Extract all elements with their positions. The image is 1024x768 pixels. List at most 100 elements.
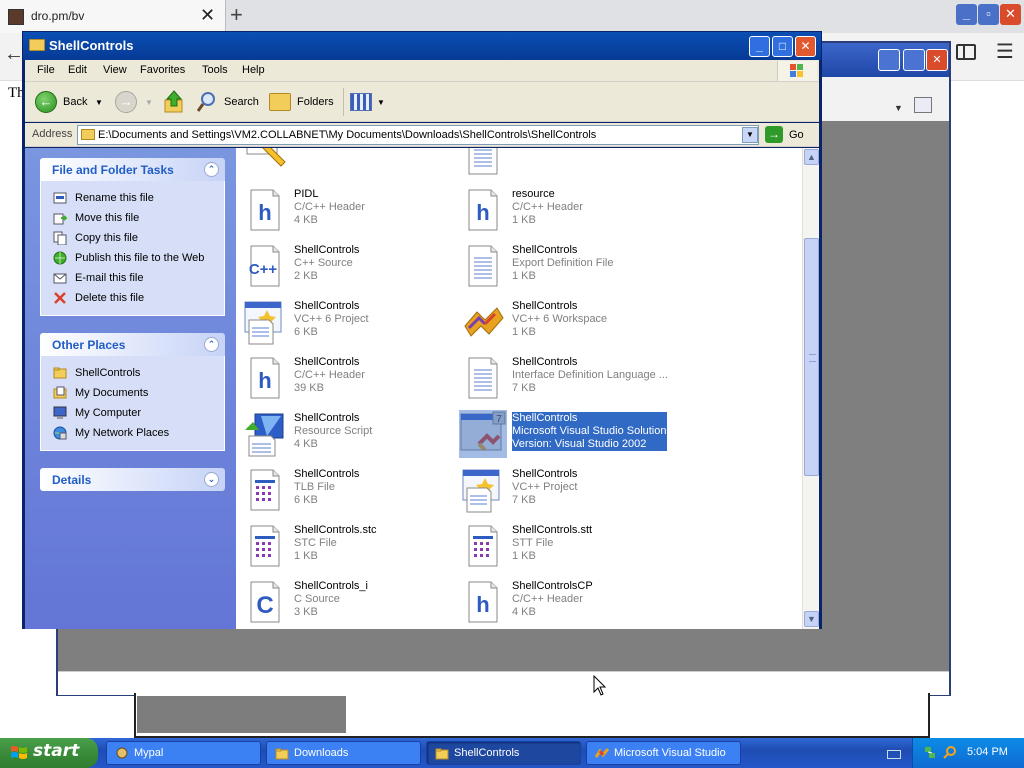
file-item[interactable]: ShellControls.stt STT File 1 KB	[459, 522, 677, 578]
taskbar-button[interactable]: ShellControls	[426, 741, 581, 765]
file-item-text: ShellControls Microsoft Visual Studio Sol…	[512, 412, 667, 451]
tab-close-icon[interactable]: ✕	[200, 6, 215, 24]
file-item[interactable]: h ShellControlsCP C/C++ Header 4 KB	[459, 578, 677, 629]
task-link[interactable]: Publish this file to the Web	[53, 249, 224, 269]
vs-maximize-button[interactable]	[903, 49, 925, 71]
file-type: TLB File	[294, 481, 335, 493]
panel-header[interactable]: File and Folder Tasks ⌃	[40, 158, 225, 181]
views-icon[interactable]	[350, 93, 372, 111]
task-link[interactable]: Rename this file	[53, 189, 224, 209]
browser-tab-title: dro.pm/bv	[31, 9, 85, 23]
file-size: 1 KB	[512, 270, 536, 282]
menu-edit[interactable]: Edit	[68, 64, 87, 76]
keyboard-icon[interactable]	[887, 750, 901, 759]
chevron-down-icon[interactable]: ▼	[894, 103, 903, 113]
file-item[interactable]: C ShellControls_i C Source 3 KB	[241, 578, 459, 629]
scroll-down-button[interactable]: ▼	[804, 611, 819, 627]
go-button[interactable]: Go	[789, 129, 804, 141]
vs-close-button[interactable]: ✕	[926, 49, 948, 71]
task-link[interactable]: Delete this file	[53, 289, 224, 309]
file-item[interactable]: C++ ShellControls C++ Source 2 KB	[241, 242, 459, 298]
chevron-down-icon[interactable]: ▼	[95, 98, 103, 107]
expand-chevron-icon[interactable]: ⌄	[204, 472, 219, 487]
tlb-file-icon	[241, 466, 289, 514]
file-item[interactable]: ShellControls Resource Script 4 KB	[241, 410, 459, 466]
vs-statusbar	[58, 671, 949, 695]
file-item[interactable]: h PIDL C/C++ Header 4 KB	[241, 186, 459, 242]
file-size: 1 KB	[512, 550, 536, 562]
search-button[interactable]: Search	[224, 96, 259, 108]
browser-tab[interactable]: dro.pm/bv ✕	[0, 0, 226, 33]
task-link[interactable]: My Computer	[53, 404, 224, 424]
explorer-titlebar[interactable]: ShellControls _ □ ✕	[23, 32, 821, 60]
browser-maximize-button[interactable]: ▫	[978, 4, 999, 25]
taskbar-button[interactable]: Mypal	[106, 741, 261, 765]
collapse-chevron-icon[interactable]: ⌃	[204, 162, 219, 177]
file-item[interactable]: 7 ShellControls Microsoft Visual Studio So…	[459, 410, 677, 466]
file-item[interactable]: ShellControls TLB File 6 KB	[241, 466, 459, 522]
file-item[interactable]: ShellControls VC++ 6 Project 6 KB	[241, 298, 459, 354]
file-size: 1 KB	[294, 550, 318, 562]
file-item[interactable]: h resource C/C++ Header 1 KB	[459, 186, 677, 242]
chevron-down-icon[interactable]: ▼	[145, 98, 153, 107]
task-link-label: ShellControls	[75, 367, 141, 379]
task-link[interactable]: Copy this file	[53, 229, 224, 249]
file-item[interactable]: ShellControls.stc STC File 1 KB	[241, 522, 459, 578]
taskbar-button[interactable]: Downloads	[266, 741, 421, 765]
menu-favorites[interactable]: Favorites	[140, 64, 185, 76]
file-type: VC++ 6 Workspace	[512, 313, 608, 325]
vs-minimize-button[interactable]	[878, 49, 900, 71]
task-link[interactable]: E-mail this file	[53, 269, 224, 289]
file-item[interactable]: 6 KB	[459, 148, 677, 186]
back-button[interactable]: Back	[63, 96, 87, 108]
menu-file[interactable]: File	[37, 64, 55, 76]
file-item[interactable]: ShellControls Export Definition File 1 KB	[459, 242, 677, 298]
menu-tools[interactable]: Tools	[202, 64, 228, 76]
chevron-down-icon[interactable]: ▼	[377, 98, 385, 107]
chevron-down-icon[interactable]: ▼	[742, 127, 758, 143]
task-link[interactable]: ShellControls	[53, 364, 224, 384]
taskbar-button[interactable]: Microsoft Visual Studio	[586, 741, 741, 765]
minimize-button[interactable]: _	[749, 36, 770, 57]
panel-header[interactable]: Other Places ⌃	[40, 333, 225, 356]
folders-button[interactable]: Folders	[297, 96, 334, 108]
browser-close-button[interactable]: ✕	[1000, 4, 1021, 25]
go-arrow-icon[interactable]: →	[765, 126, 783, 143]
panel-header[interactable]: Details ⌄	[40, 468, 225, 491]
task-link[interactable]: My Documents	[53, 384, 224, 404]
search-icon[interactable]	[943, 745, 957, 759]
scroll-thumb[interactable]	[804, 238, 819, 476]
new-tab-button[interactable]: +	[230, 3, 243, 27]
back-arrow-icon[interactable]: ←	[35, 91, 57, 113]
file-size: 1 KB	[512, 326, 536, 338]
toolbar-tool-icon[interactable]	[914, 97, 932, 113]
network-icon[interactable]	[924, 746, 936, 760]
maximize-button[interactable]: □	[772, 36, 793, 57]
file-list[interactable]: Icon6 KBhPIDLC/C++ Header4 KBhresourceC/…	[236, 148, 802, 629]
address-input[interactable]: E:\Documents and Settings\VM2.COLLABNET\…	[77, 125, 759, 145]
menu-help[interactable]: Help	[242, 64, 265, 76]
menu-view[interactable]: View	[103, 64, 127, 76]
folders-icon[interactable]	[269, 93, 291, 111]
file-item[interactable]: ShellControls Interface Definition Langua…	[459, 354, 677, 410]
up-folder-icon[interactable]	[164, 90, 184, 114]
file-item[interactable]: ShellControls VC++ 6 Workspace 1 KB	[459, 298, 677, 354]
collapse-chevron-icon[interactable]: ⌃	[204, 337, 219, 352]
file-item[interactable]: h ShellControls C/C++ Header 39 KB	[241, 354, 459, 410]
sidebar-icon[interactable]	[956, 44, 976, 60]
search-icon[interactable]	[197, 91, 217, 113]
hamburger-menu-icon[interactable]: ☰	[996, 40, 1014, 64]
file-item[interactable]: Icon	[241, 148, 459, 186]
scroll-up-button[interactable]: ▲	[804, 149, 819, 165]
forward-arrow-icon[interactable]: →	[115, 91, 137, 113]
start-button[interactable]: start	[0, 738, 98, 768]
vertical-scrollbar[interactable]: ▲ ▼	[802, 148, 819, 629]
browser-minimize-button[interactable]: _	[956, 4, 977, 25]
file-name: ShellControls	[512, 300, 578, 312]
grip-icon	[809, 354, 816, 362]
task-link[interactable]: Move this file	[53, 209, 224, 229]
close-button[interactable]: ✕	[795, 36, 816, 57]
file-item[interactable]: ShellControls VC++ Project 7 KB	[459, 466, 677, 522]
task-link[interactable]: My Network Places	[53, 424, 224, 444]
my-documents-icon	[53, 386, 67, 400]
